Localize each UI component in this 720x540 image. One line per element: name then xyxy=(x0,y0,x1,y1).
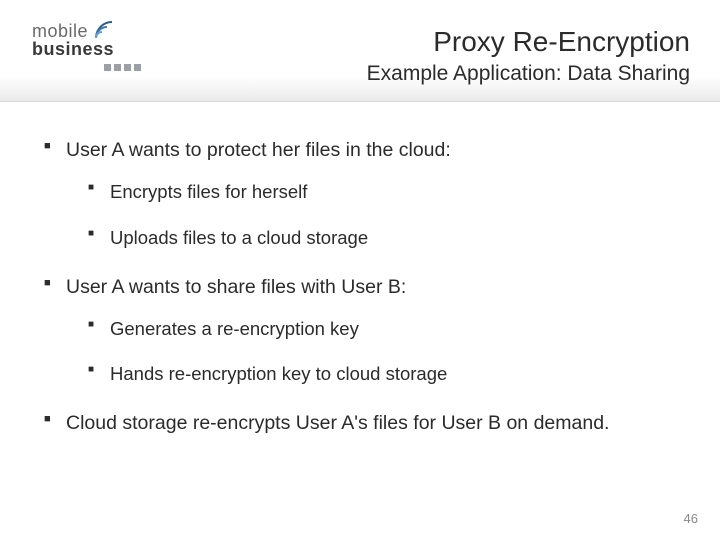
list-item: Encrypts files for herself xyxy=(88,180,680,203)
slide-body: User A wants to protect her files in the… xyxy=(0,102,720,436)
list-item: Hands re-encryption key to cloud storage xyxy=(88,362,680,385)
list-item: Generates a re-encryption key xyxy=(88,317,680,340)
list-item: User A wants to protect her files in the… xyxy=(44,138,680,249)
list-item-text: Hands re-encryption key to cloud storage xyxy=(110,363,447,384)
logo-word-business: business xyxy=(32,40,141,58)
bullet-list: User A wants to protect her files in the… xyxy=(44,138,680,436)
list-item-text: Generates a re-encryption key xyxy=(110,318,359,339)
logo-word-mobile: mobile xyxy=(32,22,88,40)
list-item-text: Cloud storage re-encrypts User A's files… xyxy=(66,412,609,434)
list-item-text: User A wants to protect her files in the… xyxy=(66,139,451,161)
list-item-text: User A wants to share files with User B: xyxy=(66,276,406,298)
page-number: 46 xyxy=(684,511,698,526)
signal-arc-icon xyxy=(94,20,120,40)
sub-list: Encrypts files for herself Uploads files… xyxy=(66,180,680,248)
logo-text-row: mobile xyxy=(32,20,141,40)
sub-list: Generates a re-encryption key Hands re-e… xyxy=(66,317,680,385)
list-item: User A wants to share files with User B:… xyxy=(44,275,680,386)
list-item: Uploads files to a cloud storage xyxy=(88,226,680,249)
list-item: Cloud storage re-encrypts User A's files… xyxy=(44,411,680,435)
list-item-text: Uploads files to a cloud storage xyxy=(110,227,368,248)
logo-dots-icon xyxy=(104,64,141,71)
slide: mobile business Proxy Re-Encryption Exam… xyxy=(0,0,720,540)
logo: mobile business xyxy=(32,20,141,71)
slide-title: Proxy Re-Encryption xyxy=(433,26,690,58)
list-item-text: Encrypts files for herself xyxy=(110,181,307,202)
slide-subtitle: Example Application: Data Sharing xyxy=(367,62,690,86)
slide-header: mobile business Proxy Re-Encryption Exam… xyxy=(0,0,720,102)
